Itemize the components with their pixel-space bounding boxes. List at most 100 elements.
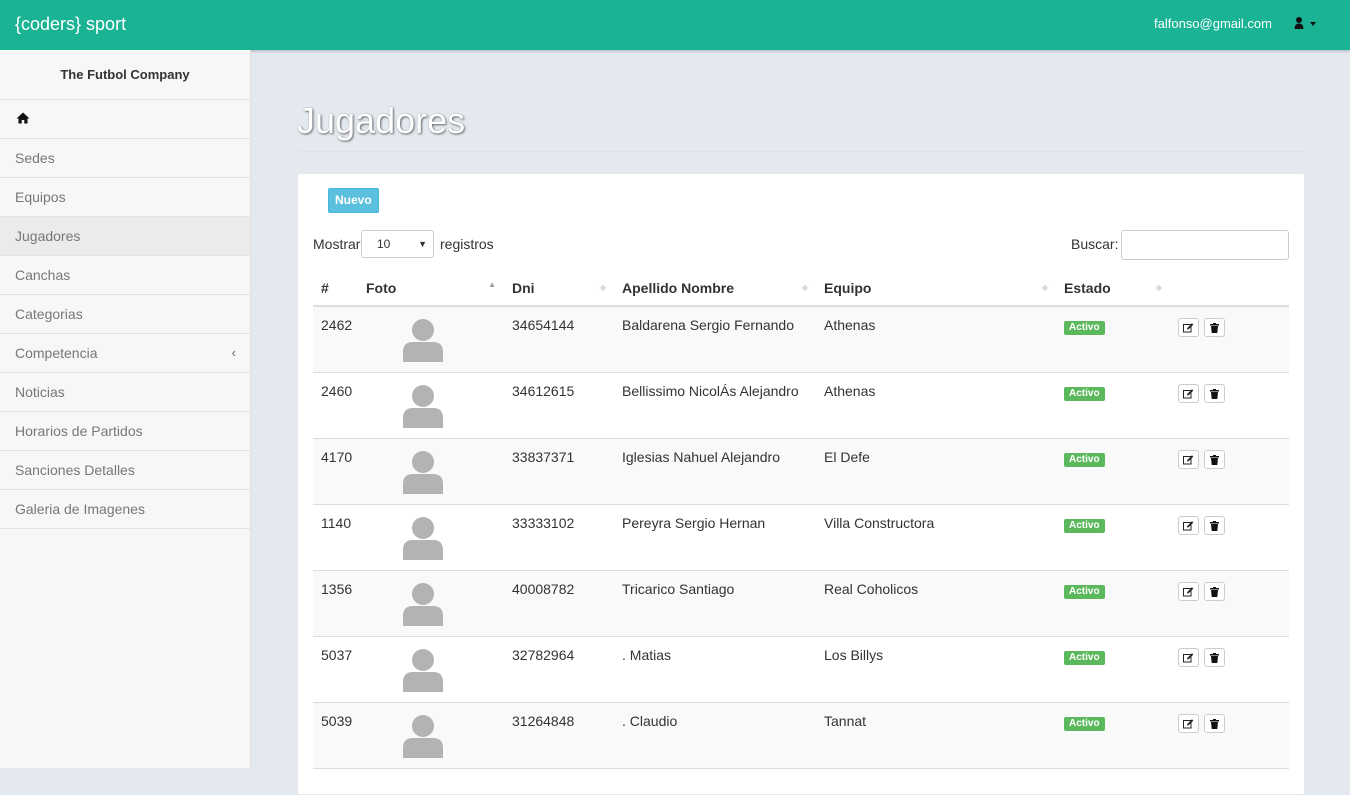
sidebar-item-competencia[interactable]: Competencia ‹ — [0, 334, 250, 373]
column-header-id[interactable]: # — [313, 271, 358, 307]
cell-team: Real Coholicos — [816, 570, 1056, 637]
cell-actions — [1170, 438, 1289, 505]
trash-icon — [1209, 454, 1219, 465]
cell-actions — [1170, 702, 1289, 769]
status-badge: Activo — [1064, 650, 1105, 665]
search-label: Buscar: — [1071, 236, 1119, 252]
caret-down-icon — [1310, 22, 1316, 26]
edit-icon — [1183, 454, 1194, 464]
table-row: 5037 32782964 . Matias Los Billys Activo — [313, 636, 1289, 703]
cell-id: 5039 — [313, 702, 358, 769]
cell-actions — [1170, 504, 1289, 571]
delete-button[interactable] — [1203, 318, 1225, 337]
edit-button[interactable] — [1178, 383, 1199, 403]
sidebar-item-noticias[interactable]: Noticias — [0, 373, 250, 412]
cell-name: . Matias — [614, 636, 816, 703]
cell-status: Activo — [1056, 636, 1170, 703]
avatar-placeholder-icon — [403, 450, 443, 494]
cell-dni: 33837371 — [504, 438, 614, 505]
edit-icon — [1183, 718, 1194, 728]
cell-team: Villa Constructora — [816, 504, 1056, 571]
cell-dni: 31264848 — [504, 702, 614, 769]
cell-name: Bellissimo NicolÁs Alejandro — [614, 372, 816, 439]
cell-photo — [358, 636, 504, 703]
cell-photo — [358, 570, 504, 637]
sidebar-item-galeria[interactable]: Galeria de Imagenes — [0, 490, 250, 529]
delete-button[interactable] — [1203, 383, 1225, 403]
edit-button[interactable] — [1178, 581, 1199, 601]
cell-dni: 33333102 — [504, 504, 614, 571]
sidebar-item-jugadores[interactable]: Jugadores — [0, 217, 250, 256]
edit-icon — [1183, 652, 1194, 662]
cell-team: El Defe — [816, 438, 1056, 505]
column-header-label: Dni — [512, 280, 535, 296]
cell-id: 5037 — [313, 636, 358, 703]
delete-button[interactable] — [1203, 647, 1225, 667]
user-icon — [1294, 17, 1304, 29]
sidebar-item-home[interactable] — [0, 100, 250, 139]
status-badge: Activo — [1064, 716, 1105, 731]
delete-button[interactable] — [1203, 713, 1225, 733]
edit-button[interactable] — [1178, 318, 1199, 337]
cell-photo — [358, 372, 504, 439]
sidebar-item-categorias[interactable]: Categorias — [0, 295, 250, 334]
delete-button[interactable] — [1203, 515, 1225, 535]
column-header-label: Estado — [1064, 280, 1111, 296]
column-header-dni[interactable]: Dni ◆ — [504, 271, 614, 307]
edit-button[interactable] — [1178, 515, 1199, 535]
column-header-estado[interactable]: Estado ◆ — [1056, 271, 1170, 307]
cell-actions — [1170, 570, 1289, 637]
cell-photo — [358, 504, 504, 571]
sidebar-item-sanciones[interactable]: Sanciones Detalles — [0, 451, 250, 490]
column-header-actions — [1170, 271, 1289, 307]
sidebar-item-label: Competencia — [15, 345, 98, 361]
search-input[interactable] — [1121, 230, 1289, 260]
page-length-value: 10 — [377, 237, 391, 251]
sidebar-item-equipos[interactable]: Equipos — [0, 178, 250, 217]
main-content: Jugadores Nuevo Mostrar 10 ▼ registros B… — [251, 50, 1350, 795]
trash-icon — [1209, 520, 1219, 531]
edit-button[interactable] — [1178, 713, 1199, 733]
edit-button[interactable] — [1178, 449, 1199, 469]
company-name: The Futbol Company — [0, 50, 250, 100]
top-navbar: {coders} sport falfonso@gmail.com — [0, 0, 1350, 50]
sidebar-item-sedes[interactable]: Sedes — [0, 139, 250, 178]
cell-status: Activo — [1056, 372, 1170, 439]
cell-name: Baldarena Sergio Fernando — [614, 306, 816, 373]
sidebar-item-canchas[interactable]: Canchas — [0, 256, 250, 295]
cell-dni: 32782964 — [504, 636, 614, 703]
new-player-button[interactable]: Nuevo — [328, 188, 379, 213]
cell-dni: 40008782 — [504, 570, 614, 637]
cell-status: Activo — [1056, 306, 1170, 373]
cell-name: Pereyra Sergio Hernan — [614, 504, 816, 571]
trash-icon — [1209, 388, 1219, 399]
edit-button[interactable] — [1178, 647, 1199, 667]
column-header-label: Apellido Nombre — [622, 280, 735, 296]
sidebar: The Futbol Company Sedes Equipos Jugador… — [0, 50, 251, 768]
user-email: falfonso@gmail.com — [1154, 16, 1272, 31]
page-title: Jugadores — [297, 100, 466, 141]
delete-button[interactable] — [1203, 449, 1225, 469]
column-header-foto[interactable]: Foto ▲ — [358, 271, 504, 307]
edit-icon — [1183, 388, 1194, 398]
cell-status: Activo — [1056, 570, 1170, 637]
delete-button[interactable] — [1203, 581, 1225, 601]
column-header-equipo[interactable]: Equipo ◆ — [816, 271, 1056, 307]
cell-name: Iglesias Nahuel Alejandro — [614, 438, 816, 505]
cell-name: Tricarico Santiago — [614, 570, 816, 637]
cell-photo — [358, 306, 504, 373]
table-row: 1356 40008782 Tricarico Santiago Real Co… — [313, 570, 1289, 637]
brand-logo[interactable]: {coders} sport — [15, 14, 126, 35]
trash-icon — [1209, 718, 1219, 729]
sort-asc-icon: ▲ — [488, 280, 496, 289]
cell-status: Activo — [1056, 702, 1170, 769]
cell-actions — [1170, 372, 1289, 439]
sidebar-item-horarios[interactable]: Horarios de Partidos — [0, 412, 250, 451]
edit-icon — [1183, 520, 1194, 530]
page-length-select[interactable]: 10 ▼ — [361, 230, 434, 258]
cell-actions — [1170, 306, 1289, 373]
column-header-apellido-nombre[interactable]: Apellido Nombre ◆ — [614, 271, 816, 307]
user-menu-toggle[interactable] — [1292, 14, 1322, 34]
status-badge: Activo — [1064, 584, 1105, 599]
caret-down-icon: ▼ — [418, 239, 427, 249]
